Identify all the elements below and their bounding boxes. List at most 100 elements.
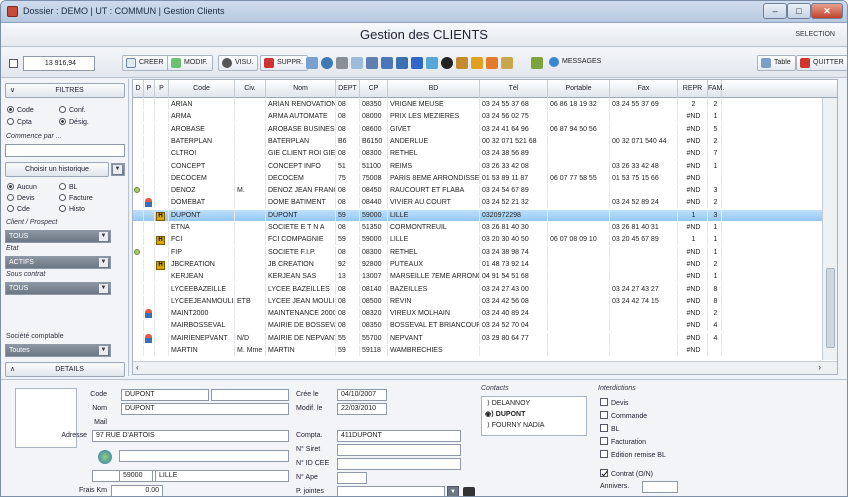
globe-icon[interactable] xyxy=(321,57,333,69)
table-row[interactable]: DOMEBAT DOME BATIMENT 08 08440 VIVIER AU COU… xyxy=(133,197,822,209)
phone-icon[interactable] xyxy=(366,57,378,69)
info-icon[interactable] xyxy=(396,57,408,69)
siret-field[interactable] xyxy=(337,444,461,456)
vertical-scrollbar[interactable] xyxy=(822,98,837,360)
checkbox[interactable] xyxy=(9,59,18,68)
chevron-right-icon[interactable]: › xyxy=(818,363,821,372)
table-row[interactable]: BATERPLAN BATERPLAN B6 B6150 ANDERLUE 00 32 0… xyxy=(133,135,822,147)
table-row[interactable]: CONCEPT CONCEPT INFO 51 51100 REIMS 03 26 33 … xyxy=(133,160,822,172)
column-header[interactable]: Fax xyxy=(610,80,678,98)
commande-checkbox[interactable]: Commande xyxy=(600,411,647,420)
radio-aucun[interactable]: Aucun xyxy=(7,183,37,191)
bl-checkbox[interactable]: BL xyxy=(600,424,620,433)
minimize-button[interactable]: – xyxy=(763,3,787,19)
adresse-field-2[interactable] xyxy=(119,450,289,462)
table-row[interactable]: CLTROI GIE CLIENT ROI GIE 08 08300 RETHEL 03 … xyxy=(133,148,822,160)
money-icon[interactable] xyxy=(501,57,513,69)
chart-icon[interactable] xyxy=(411,57,423,69)
table-row[interactable]: ARMA ARMA AUTOMATE 08 08000 PRIX LES MEZIERE… xyxy=(133,111,822,123)
radio-conf[interactable]: Conf. xyxy=(59,106,86,114)
card-icon[interactable] xyxy=(381,57,393,69)
print-icon[interactable] xyxy=(531,57,543,69)
societe-select[interactable]: Toutes ▼ xyxy=(5,344,111,357)
historique-dropdown[interactable]: ▼ xyxy=(111,163,125,176)
horizontal-scrollbar[interactable]: ‹ › xyxy=(133,361,837,374)
table-row[interactable]: MARTIN M. Mme MARTIN 59 59118 WAMBRECHIES #ND xyxy=(133,345,822,356)
radio-facture[interactable]: Facture xyxy=(59,194,93,202)
table-row[interactable]: FIP SOCIETE F.I.P. 08 08300 RETHEL 03 24 38 9… xyxy=(133,246,822,258)
visu-button[interactable]: VISU. xyxy=(218,55,259,71)
column-header[interactable]: Civ. xyxy=(235,80,266,98)
chevron-left-icon[interactable]: ‹ xyxy=(136,363,139,372)
binoculars-icon[interactable] xyxy=(441,57,453,69)
column-header[interactable]: Portable xyxy=(548,80,610,98)
adresse-field-1[interactable]: 97 RUE D'ARTOIS xyxy=(92,430,289,442)
pencil-icon[interactable] xyxy=(351,57,363,69)
radio-devis[interactable]: Devis xyxy=(7,194,35,202)
cree-field[interactable]: 04/10/2007 xyxy=(337,389,387,401)
commence-input[interactable] xyxy=(5,144,125,157)
pj-field[interactable] xyxy=(337,486,445,496)
annivers-field[interactable] xyxy=(642,481,678,493)
cp-field[interactable]: 59000 xyxy=(119,470,153,482)
idcee-field[interactable] xyxy=(337,458,461,470)
table-row[interactable]: H DUPONT DUPONT 59 59000 LILLE 0320972298 1 3 xyxy=(133,209,822,221)
radio-cpta[interactable]: Cpta xyxy=(7,118,32,126)
suppr-button[interactable]: SUPPR. xyxy=(260,55,309,71)
table-row[interactable]: LYCEEBAZEILLE LYCEE BAZEILLES 08 08140 BAZEI… xyxy=(133,283,822,295)
historique-button[interactable]: Choisir un historique xyxy=(5,162,109,177)
table-row[interactable]: H FCI FCI COMPAGNIE 59 59000 LILLE 03 20 30 40… xyxy=(133,234,822,246)
attachment-icon[interactable] xyxy=(463,487,475,496)
table-row[interactable]: MAIRIENEPVANT N/D MAIRIE DE NEPVANT 55 55700… xyxy=(133,332,822,344)
table-row[interactable]: ETNA SOCIETE E T N A 08 51350 CORMONTREUIL 03… xyxy=(133,222,822,233)
modif-field[interactable]: 22/03/2010 xyxy=(337,403,387,415)
scroll-thumb[interactable] xyxy=(826,268,835,348)
globe-icon[interactable] xyxy=(98,450,112,464)
column-header[interactable]: Tél xyxy=(480,80,548,98)
contact-item-selected[interactable]: ◉⟩ DUPONT xyxy=(485,410,525,418)
code-field[interactable]: DUPONT xyxy=(121,389,209,401)
column-header[interactable]: FAM. xyxy=(708,80,724,98)
column-header[interactable]: DEPT xyxy=(336,80,360,98)
ape-field[interactable] xyxy=(337,472,367,484)
radio-cde[interactable]: Cde xyxy=(7,205,30,213)
gear-icon[interactable] xyxy=(336,57,348,69)
compta-field[interactable]: 411DUPONT xyxy=(337,430,461,442)
list-icon[interactable] xyxy=(306,57,318,69)
table-row[interactable]: LYCEEJEANMOULI ETB LYCEE JEAN MOULIN 08 0850… xyxy=(133,295,822,307)
client-select[interactable]: TOUS ▼ xyxy=(5,230,111,243)
frais-field[interactable]: 0.00 xyxy=(111,485,163,496)
column-header[interactable]: D xyxy=(133,80,144,98)
contact-item[interactable]: ⟩ FOURNY NADIA xyxy=(487,421,544,429)
radio-code[interactable]: Code xyxy=(7,106,34,114)
etat-select[interactable]: ACTIFS ▼ xyxy=(5,256,111,269)
ville-field[interactable]: LILLE xyxy=(155,470,289,482)
column-header[interactable]: Code xyxy=(169,80,235,98)
column-header[interactable]: Nom xyxy=(266,80,336,98)
details-button[interactable]: ∧ DETAILS xyxy=(5,362,125,377)
table-row[interactable]: DENOZM.DENOZ JEAN FRANCO0808450RAUCOURT … xyxy=(133,185,822,197)
contact-item[interactable]: ⟩ DELANNOY xyxy=(487,399,530,407)
messages-button[interactable]: MESSAGES xyxy=(546,55,605,71)
contrat-select[interactable]: TOUS ▼ xyxy=(5,282,111,295)
calendar-icon[interactable] xyxy=(486,57,498,69)
column-header[interactable]: P xyxy=(144,80,155,98)
devis-checkbox[interactable]: Devis xyxy=(600,398,629,407)
column-header[interactable]: P xyxy=(155,80,169,98)
column-header[interactable]: CP xyxy=(360,80,388,98)
table-button[interactable]: Table xyxy=(757,55,796,71)
contrat-checkbox[interactable]: Contrat (O/N) xyxy=(600,469,653,478)
quitter-button[interactable]: QUITTER xyxy=(796,55,847,71)
close-button[interactable]: ✕ xyxy=(811,3,843,19)
tools-icon[interactable] xyxy=(456,57,468,69)
radio-desig[interactable]: Désig. xyxy=(59,118,89,126)
warning-icon[interactable] xyxy=(471,57,483,69)
column-header[interactable]: BD xyxy=(388,80,480,98)
table-row[interactable]: MAIRBOSSEVAL MAIRIE DE BOSSEVAL 08 08350 BOS… xyxy=(133,320,822,332)
table-row[interactable]: KERJEAN KERJEAN SAS 13 13007 MARSEILLE 7EME … xyxy=(133,271,822,283)
email-icon[interactable] xyxy=(426,57,438,69)
modif-button[interactable]: MODIF. xyxy=(167,55,213,71)
facturation-checkbox[interactable]: Facturation xyxy=(600,437,646,446)
edition-remise-checkbox[interactable]: Edition remise BL xyxy=(600,450,666,459)
table-row[interactable]: MAINT2000 MAINTENANCE 2000 08 08320 VIREUX M… xyxy=(133,308,822,320)
